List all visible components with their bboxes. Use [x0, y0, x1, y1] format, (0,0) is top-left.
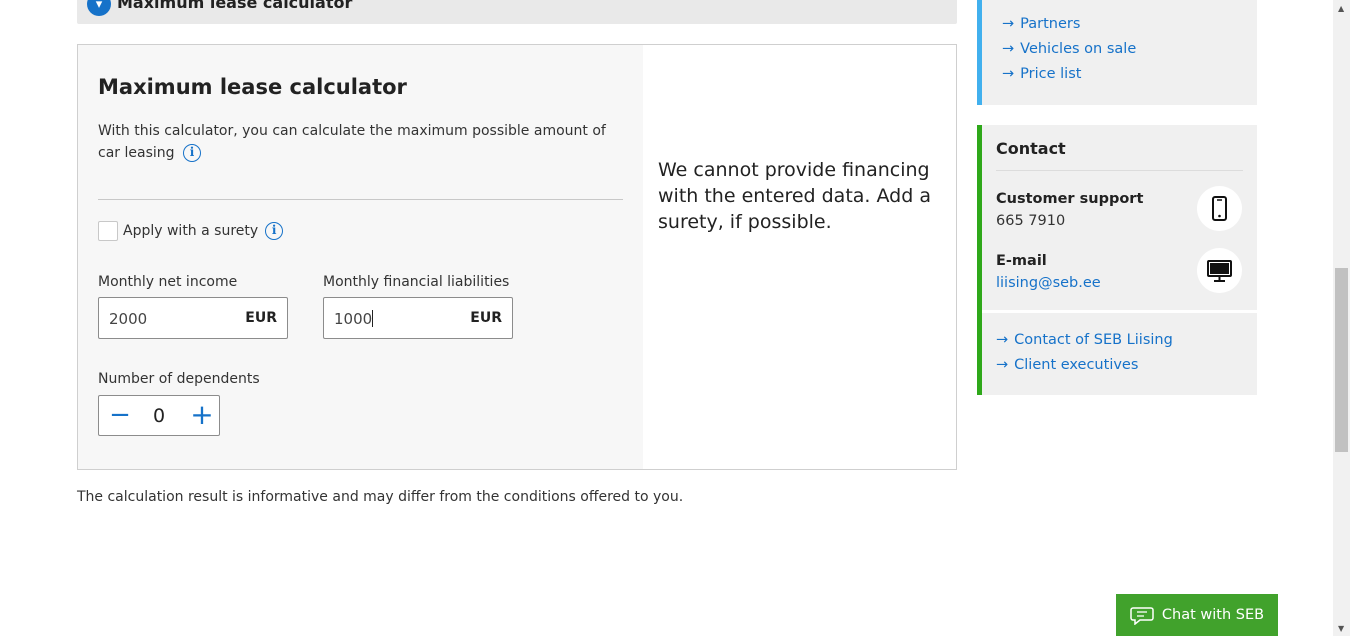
page-scrollbar[interactable]: ▲ ▼ [1333, 0, 1350, 636]
dependents-label: Number of dependents [98, 371, 260, 387]
link-label: Client executives [1014, 357, 1139, 373]
sidebar-link-vehicles[interactable]: → Vehicles on sale [1002, 41, 1136, 57]
computer-icon [1197, 248, 1242, 293]
text-caret [372, 310, 374, 327]
surety-info-icon[interactable]: i [265, 222, 284, 240]
dependents-stepper: − 0 + [98, 395, 220, 436]
surety-checkbox-row: Apply with a surety i [98, 221, 284, 241]
liabilities-label: Monthly financial liabilities [323, 274, 510, 290]
divider [98, 199, 623, 200]
divider [982, 310, 1257, 313]
support-phone[interactable]: 665 7910 [996, 213, 1065, 229]
link-label: Price list [1020, 66, 1082, 82]
arrow-right-icon: → [1002, 41, 1015, 57]
link-label: Partners [1020, 16, 1081, 32]
calculator-form: Maximum lease calculator With this calcu… [78, 45, 643, 469]
chat-bubble-icon [1130, 605, 1154, 625]
chat-label: Chat with SEB [1161, 607, 1265, 623]
email-link[interactable]: liising@seb.ee [996, 275, 1101, 291]
increment-button[interactable]: + [187, 400, 217, 430]
surety-label[interactable]: Apply with a surety [123, 223, 258, 239]
income-label: Monthly net income [98, 274, 238, 290]
contact-card: Contact Customer support 665 7910 E-mail… [977, 125, 1257, 395]
calculator-description: With this calculator, you can calculate … [98, 120, 618, 164]
email-label: E-mail [996, 253, 1047, 269]
income-unit: EUR [245, 310, 277, 326]
liabilities-value-wrap: 1000 [334, 310, 374, 328]
lease-calculator: Maximum lease calculator With this calcu… [77, 44, 957, 470]
accordion-title: Maximum lease calculator [117, 0, 353, 12]
contact-link-client-executives[interactable]: → Client executives [996, 357, 1138, 373]
arrow-right-icon: → [1002, 66, 1015, 82]
info-icon[interactable]: i [182, 144, 201, 162]
sidebar-link-price-list[interactable]: → Price list [1002, 66, 1081, 82]
result-message: We cannot provide financing with the ent… [658, 159, 931, 233]
support-label: Customer support [996, 191, 1144, 207]
link-label: Vehicles on sale [1020, 41, 1137, 57]
chat-button[interactable]: Chat with SEB [1116, 594, 1278, 636]
surety-checkbox[interactable] [98, 221, 118, 241]
income-input[interactable]: 2000 EUR [98, 297, 288, 339]
sidebar-links: → Partners → Vehicles on sale → Price list [977, 0, 1257, 105]
arrow-right-icon: → [1002, 16, 1015, 32]
phone-icon [1197, 186, 1242, 231]
scrollbar-thumb[interactable] [1335, 268, 1348, 452]
scroll-up-icon[interactable]: ▲ [1338, 4, 1344, 13]
scroll-down-icon[interactable]: ▼ [1338, 624, 1344, 633]
calculator-result: We cannot provide financing with the ent… [643, 45, 956, 469]
dependents-value[interactable]: 0 [139, 405, 179, 427]
disclaimer: The calculation result is informative an… [77, 489, 684, 505]
arrow-right-icon: → [996, 357, 1009, 373]
chevron-down-icon: ▾ [87, 0, 111, 16]
description-text: With this calculator, you can calculate … [98, 123, 606, 161]
link-label: Contact of SEB Liising [1014, 332, 1173, 348]
calculator-title: Maximum lease calculator [98, 75, 407, 99]
liabilities-value: 1000 [334, 310, 373, 328]
arrow-right-icon: → [996, 332, 1009, 348]
divider [996, 170, 1243, 171]
contact-title: Contact [996, 139, 1066, 158]
sidebar-link-partners[interactable]: → Partners [1002, 16, 1080, 32]
accordion-header[interactable]: ▾ Maximum lease calculator [77, 0, 957, 24]
decrement-button[interactable]: − [105, 400, 135, 430]
income-value: 2000 [109, 310, 148, 328]
contact-link-seb-liising[interactable]: → Contact of SEB Liising [996, 332, 1173, 348]
liabilities-unit: EUR [470, 310, 502, 326]
liabilities-input[interactable]: 1000 EUR [323, 297, 513, 339]
